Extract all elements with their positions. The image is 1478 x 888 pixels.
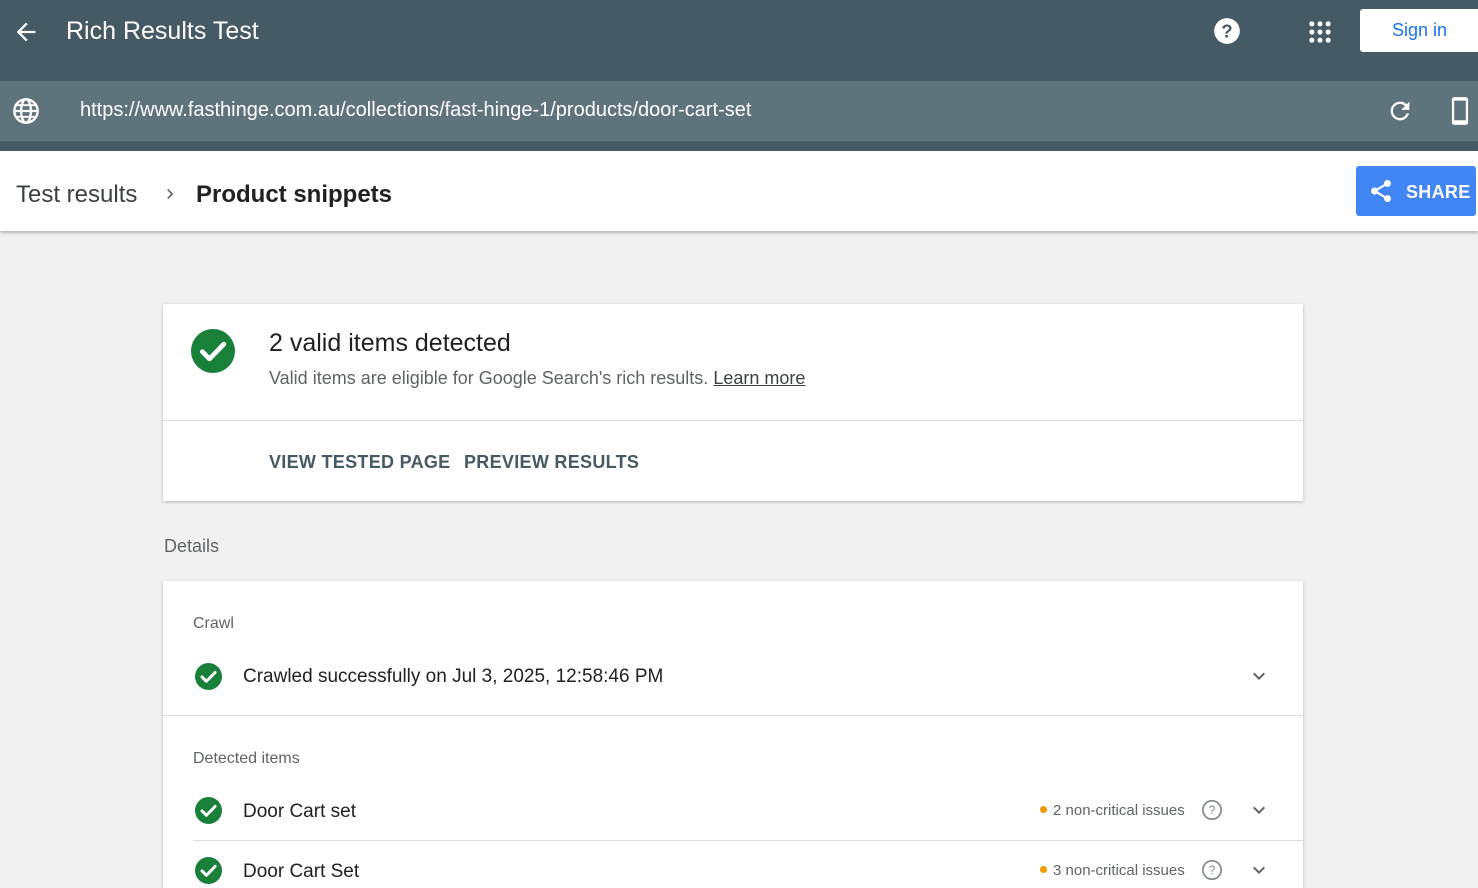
crawl-section-title: Crawl xyxy=(193,615,234,632)
help-icon[interactable]: ? xyxy=(1213,17,1241,45)
details-card: Crawl Crawled successfully on Jul 3, 202… xyxy=(163,581,1303,888)
sign-in-button[interactable]: Sign in xyxy=(1360,9,1478,52)
smartphone-icon[interactable] xyxy=(1446,96,1474,126)
url-field[interactable]: https://www.fasthinge.com.au/collections… xyxy=(80,99,751,122)
chevron-right-icon xyxy=(167,189,174,199)
row-divider xyxy=(193,840,1303,841)
detected-item-name[interactable]: Door Cart Set xyxy=(243,861,359,883)
warning-dot-icon xyxy=(1040,805,1047,813)
summary-divider xyxy=(163,420,1303,421)
details-label: Details xyxy=(164,536,220,556)
share-icon xyxy=(1371,179,1391,203)
summary-subtext-body: Valid items are eligible for Google Sear… xyxy=(269,368,709,388)
svg-text:?: ? xyxy=(1209,803,1216,817)
crawl-status: Crawled successfully on Jul 3, 2025, 12:… xyxy=(243,666,664,687)
apps-grid-icon[interactable] xyxy=(1306,18,1334,46)
help-outline-icon[interactable]: ? xyxy=(1201,799,1223,821)
detected-item-name[interactable]: Door Cart set xyxy=(243,801,356,823)
share-label: SHARE xyxy=(1406,182,1471,202)
preview-results-button[interactable]: PREVIEW RESULTS xyxy=(464,452,639,473)
globe-icon xyxy=(13,98,39,124)
help-outline-icon[interactable]: ? xyxy=(1201,859,1223,881)
check-circle-icon xyxy=(191,329,235,373)
issue-count: 3 non-critical issues xyxy=(1053,862,1185,879)
svg-text:?: ? xyxy=(1221,20,1232,41)
detected-items-title: Detected items xyxy=(193,750,300,767)
share-button[interactable]: SHARE xyxy=(1356,166,1476,216)
issue-count: 2 non-critical issues xyxy=(1053,802,1185,819)
summary-card: 2 valid items detected Valid items are e… xyxy=(163,304,1303,501)
summary-headline: 2 valid items detected xyxy=(269,329,511,357)
learn-more-link[interactable]: Learn more xyxy=(713,368,805,388)
issue-badge: 2 non-critical issues xyxy=(1040,802,1185,819)
app-bar: Rich Results Test ? Sign in xyxy=(0,0,1478,81)
check-circle-icon xyxy=(195,663,222,690)
summary-subtext: Valid items are eligible for Google Sear… xyxy=(269,368,805,389)
breadcrumb-current: Product snippets xyxy=(196,181,393,208)
check-circle-icon xyxy=(195,857,222,884)
section-divider xyxy=(163,715,1303,716)
warning-dot-icon xyxy=(1040,865,1047,873)
svg-text:?: ? xyxy=(1209,863,1216,877)
check-circle-icon xyxy=(195,797,222,824)
arrow-back-icon[interactable] xyxy=(12,18,40,46)
chevron-down-icon[interactable] xyxy=(1247,858,1271,882)
results-header: Test results Product snippets SHARE xyxy=(0,151,1478,231)
url-bar-divider xyxy=(0,141,1478,151)
chevron-down-icon[interactable] xyxy=(1247,798,1271,822)
url-bar: https://www.fasthinge.com.au/collections… xyxy=(0,81,1478,141)
chevron-down-icon[interactable] xyxy=(1247,664,1271,688)
reload-icon[interactable] xyxy=(1386,97,1414,125)
breadcrumb-test-results[interactable]: Test results xyxy=(16,181,137,209)
view-tested-page-button[interactable]: VIEW TESTED PAGE xyxy=(269,452,451,473)
app-title: Rich Results Test xyxy=(66,17,259,45)
issue-badge: 3 non-critical issues xyxy=(1040,862,1185,879)
